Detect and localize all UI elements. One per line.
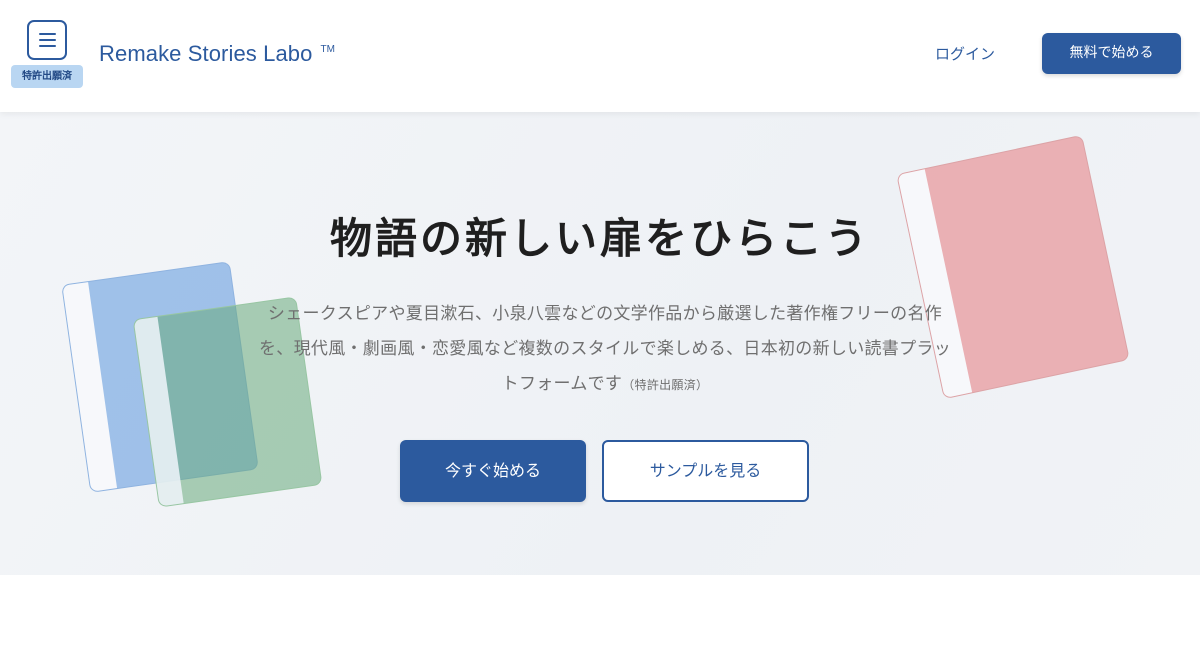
trademark-mark: TM	[320, 44, 336, 55]
menu-button[interactable]	[27, 20, 67, 60]
view-sample-button[interactable]: サンプルを見る	[602, 440, 809, 502]
menu-icon-bar	[39, 39, 56, 41]
start-free-button[interactable]: 無料で始める	[1042, 33, 1181, 74]
book-spine	[62, 282, 118, 492]
brand-name: Remake Stories Labo	[99, 41, 313, 66]
hero-section: 物語の新しい扉をひらこう シェークスピアや夏目漱石、小泉八雲などの文学作品から厳…	[0, 112, 1200, 575]
hero-title: 物語の新しい扉をひらこう	[329, 214, 870, 263]
hero-description-note: （特許出願済）	[622, 378, 709, 392]
menu-icon-bar	[39, 45, 56, 47]
start-now-button[interactable]: 今すぐ始める	[400, 440, 586, 502]
brand-logo[interactable]: Remake Stories Labo TM	[99, 41, 335, 67]
menu-icon	[39, 33, 56, 35]
hero-description-text: シェークスピアや夏目漱石、小泉八雲などの文学作品から厳選した著作権フリーの名作を…	[259, 304, 951, 394]
patent-badge: 特許出願済	[11, 65, 83, 88]
hero-description: シェークスピアや夏目漱石、小泉八雲などの文学作品から厳選した著作権フリーの名作を…	[255, 297, 955, 403]
site-header: 特許出願済 Remake Stories Labo TM ログイン 無料で始める	[0, 0, 1200, 112]
login-link[interactable]: ログイン	[935, 43, 995, 64]
